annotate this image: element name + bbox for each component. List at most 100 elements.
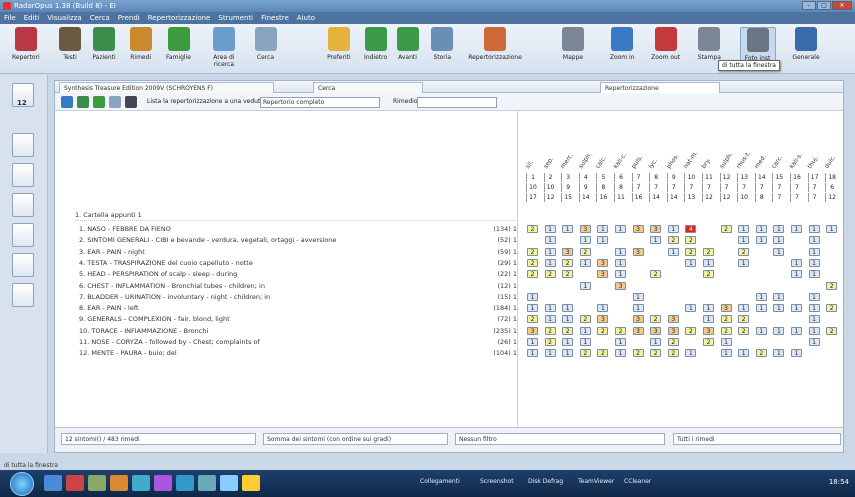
- chart-icon[interactable]: [61, 96, 73, 108]
- menu-item-7[interactable]: Finestre: [261, 12, 289, 24]
- toolbar-button-13[interactable]: Zoom in: [603, 27, 641, 61]
- toolbar-button-1[interactable]: Testi: [55, 27, 85, 61]
- grade-cell[interactable]: 2: [650, 349, 662, 358]
- remedy-input[interactable]: [417, 97, 497, 108]
- grade-cell[interactable]: 1: [527, 349, 538, 358]
- toolbar-button-14[interactable]: Zoom out: [647, 27, 685, 61]
- grade-cell[interactable]: 2: [544, 326, 556, 335]
- toolbar-button-4[interactable]: Famiglie: [160, 27, 198, 61]
- grade-cell[interactable]: 1: [773, 326, 785, 335]
- taskbar-item[interactable]: CCleaner: [624, 478, 651, 485]
- tab-repertorization[interactable]: Repertorizzazione: [600, 82, 720, 93]
- grade-cell[interactable]: 1: [667, 247, 679, 256]
- grade-cell[interactable]: 2: [527, 315, 538, 324]
- grade-cell[interactable]: 1: [773, 247, 785, 256]
- grade-cell[interactable]: 1: [808, 247, 820, 256]
- grade-cell[interactable]: 1: [579, 258, 591, 267]
- taskbar-app-icon[interactable]: [88, 475, 106, 491]
- grade-cell[interactable]: 1: [615, 247, 626, 256]
- taskbar-app-icon[interactable]: [154, 475, 172, 491]
- toolbar-button-3[interactable]: Rimedi: [125, 27, 157, 61]
- grade-cell[interactable]: 1: [685, 304, 697, 313]
- rubric-row[interactable]: 7. BLADDER - URINATION - involuntary - n…: [79, 292, 517, 302]
- grade-cell[interactable]: 3: [562, 247, 574, 256]
- grade-cell[interactable]: 1: [562, 349, 574, 358]
- sidebar-case-button[interactable]: 12: [12, 83, 34, 107]
- grade-cell[interactable]: 2: [685, 326, 697, 335]
- remedy-name[interactable]: sep.: [542, 156, 555, 170]
- grade-cell[interactable]: 3: [632, 326, 644, 335]
- remedy-name[interactable]: calc.: [595, 155, 609, 170]
- grade-cell[interactable]: 1: [773, 236, 785, 245]
- grade-cell[interactable]: 2: [544, 270, 556, 279]
- grade-cell[interactable]: 1: [615, 270, 626, 279]
- grade-cell[interactable]: 1: [773, 292, 785, 301]
- grade-cell[interactable]: 1: [685, 349, 697, 358]
- grade-cell[interactable]: 3: [632, 225, 644, 233]
- grade-cell[interactable]: 1: [808, 315, 820, 324]
- grade-cell[interactable]: 3: [615, 281, 626, 290]
- grade-cell[interactable]: 1: [738, 349, 750, 358]
- grade-cell[interactable]: 1: [738, 236, 750, 245]
- grade-cell[interactable]: 4: [685, 225, 697, 233]
- grade-cell[interactable]: 2: [562, 326, 574, 335]
- grade-cell[interactable]: 1: [720, 349, 732, 358]
- grade-cell[interactable]: 1: [826, 225, 838, 233]
- grade-cell[interactable]: 1: [562, 315, 574, 324]
- grade-cell[interactable]: 1: [773, 225, 785, 233]
- grade-cell[interactable]: 3: [579, 225, 591, 233]
- tab-search[interactable]: Cerca: [313, 82, 423, 93]
- grade-cell[interactable]: 1: [544, 225, 556, 233]
- grade-cell[interactable]: 1: [755, 225, 767, 233]
- grade-cell[interactable]: 3: [703, 326, 714, 335]
- grade-cell[interactable]: 1: [791, 349, 802, 358]
- taskbar-app-icon[interactable]: [66, 475, 84, 491]
- view-select[interactable]: Repertorio completo: [260, 97, 380, 108]
- grade-cell[interactable]: 2: [579, 349, 591, 358]
- menu-item-8[interactable]: Aiuto: [297, 12, 315, 24]
- remedy-name[interactable]: nat-m.: [683, 150, 700, 170]
- rubric-row[interactable]: 4. TESTA - TRASPIRAZIONE del cuoio capel…: [79, 258, 517, 268]
- toolbar-button-7[interactable]: Preferiti: [322, 27, 356, 61]
- grade-cell[interactable]: 1: [667, 225, 679, 233]
- remedy-name[interactable]: dulc.: [823, 154, 837, 170]
- remedy-name[interactable]: puls.: [630, 154, 644, 170]
- family-icon[interactable]: [93, 96, 105, 108]
- remedy-name[interactable]: lyc.: [647, 157, 659, 170]
- toolbar-button-0[interactable]: Repertori: [6, 27, 46, 61]
- grade-cell[interactable]: 1: [755, 304, 767, 313]
- grade-cell[interactable]: 2: [755, 349, 767, 358]
- grade-cell[interactable]: 3: [650, 225, 662, 233]
- rubric-row[interactable]: 12. MENTE - PAURA - buio; del (104) 1: [79, 348, 517, 358]
- grade-cell[interactable]: 2: [826, 304, 838, 313]
- maximize-button[interactable]: □: [817, 1, 831, 10]
- remedy-name[interactable]: rhus-t.: [735, 150, 752, 170]
- menu-item-4[interactable]: Prendi: [118, 12, 140, 24]
- grade-cell[interactable]: 1: [579, 326, 591, 335]
- grade-cell[interactable]: 2: [720, 315, 732, 324]
- remedy-name[interactable]: kali-s.: [788, 152, 804, 170]
- sidebar-page-button-5[interactable]: [12, 253, 34, 277]
- toolbar-button-10[interactable]: Storia: [426, 27, 458, 61]
- grade-cell[interactable]: 2: [527, 258, 538, 267]
- grade-cell[interactable]: 1: [808, 326, 820, 335]
- grade-cell[interactable]: 3: [597, 270, 609, 279]
- grade-cell[interactable]: 3: [632, 247, 644, 256]
- remedy-name[interactable]: sulph.: [577, 151, 593, 170]
- status-sum[interactable]: Somma dei sintomi (con ordine sui gradi): [263, 433, 448, 445]
- grade-cell[interactable]: 2: [579, 315, 591, 324]
- grade-cell[interactable]: 1: [791, 225, 802, 233]
- grade-cell[interactable]: 1: [615, 225, 626, 233]
- grade-cell[interactable]: 2: [562, 270, 574, 279]
- sidebar-page-button-6[interactable]: [12, 283, 34, 307]
- grade-cell[interactable]: 2: [632, 349, 644, 358]
- grade-cell[interactable]: 2: [720, 326, 732, 335]
- remedy-name[interactable]: sulph.: [718, 151, 734, 170]
- grade-cell[interactable]: 2: [685, 236, 697, 245]
- grade-cell[interactable]: 1: [755, 292, 767, 301]
- grade-cell[interactable]: 1: [544, 247, 556, 256]
- grade-cell[interactable]: 2: [615, 326, 626, 335]
- grade-cell[interactable]: 1: [527, 338, 538, 346]
- grade-cell[interactable]: 1: [720, 338, 732, 346]
- grade-cell[interactable]: 1: [703, 315, 714, 324]
